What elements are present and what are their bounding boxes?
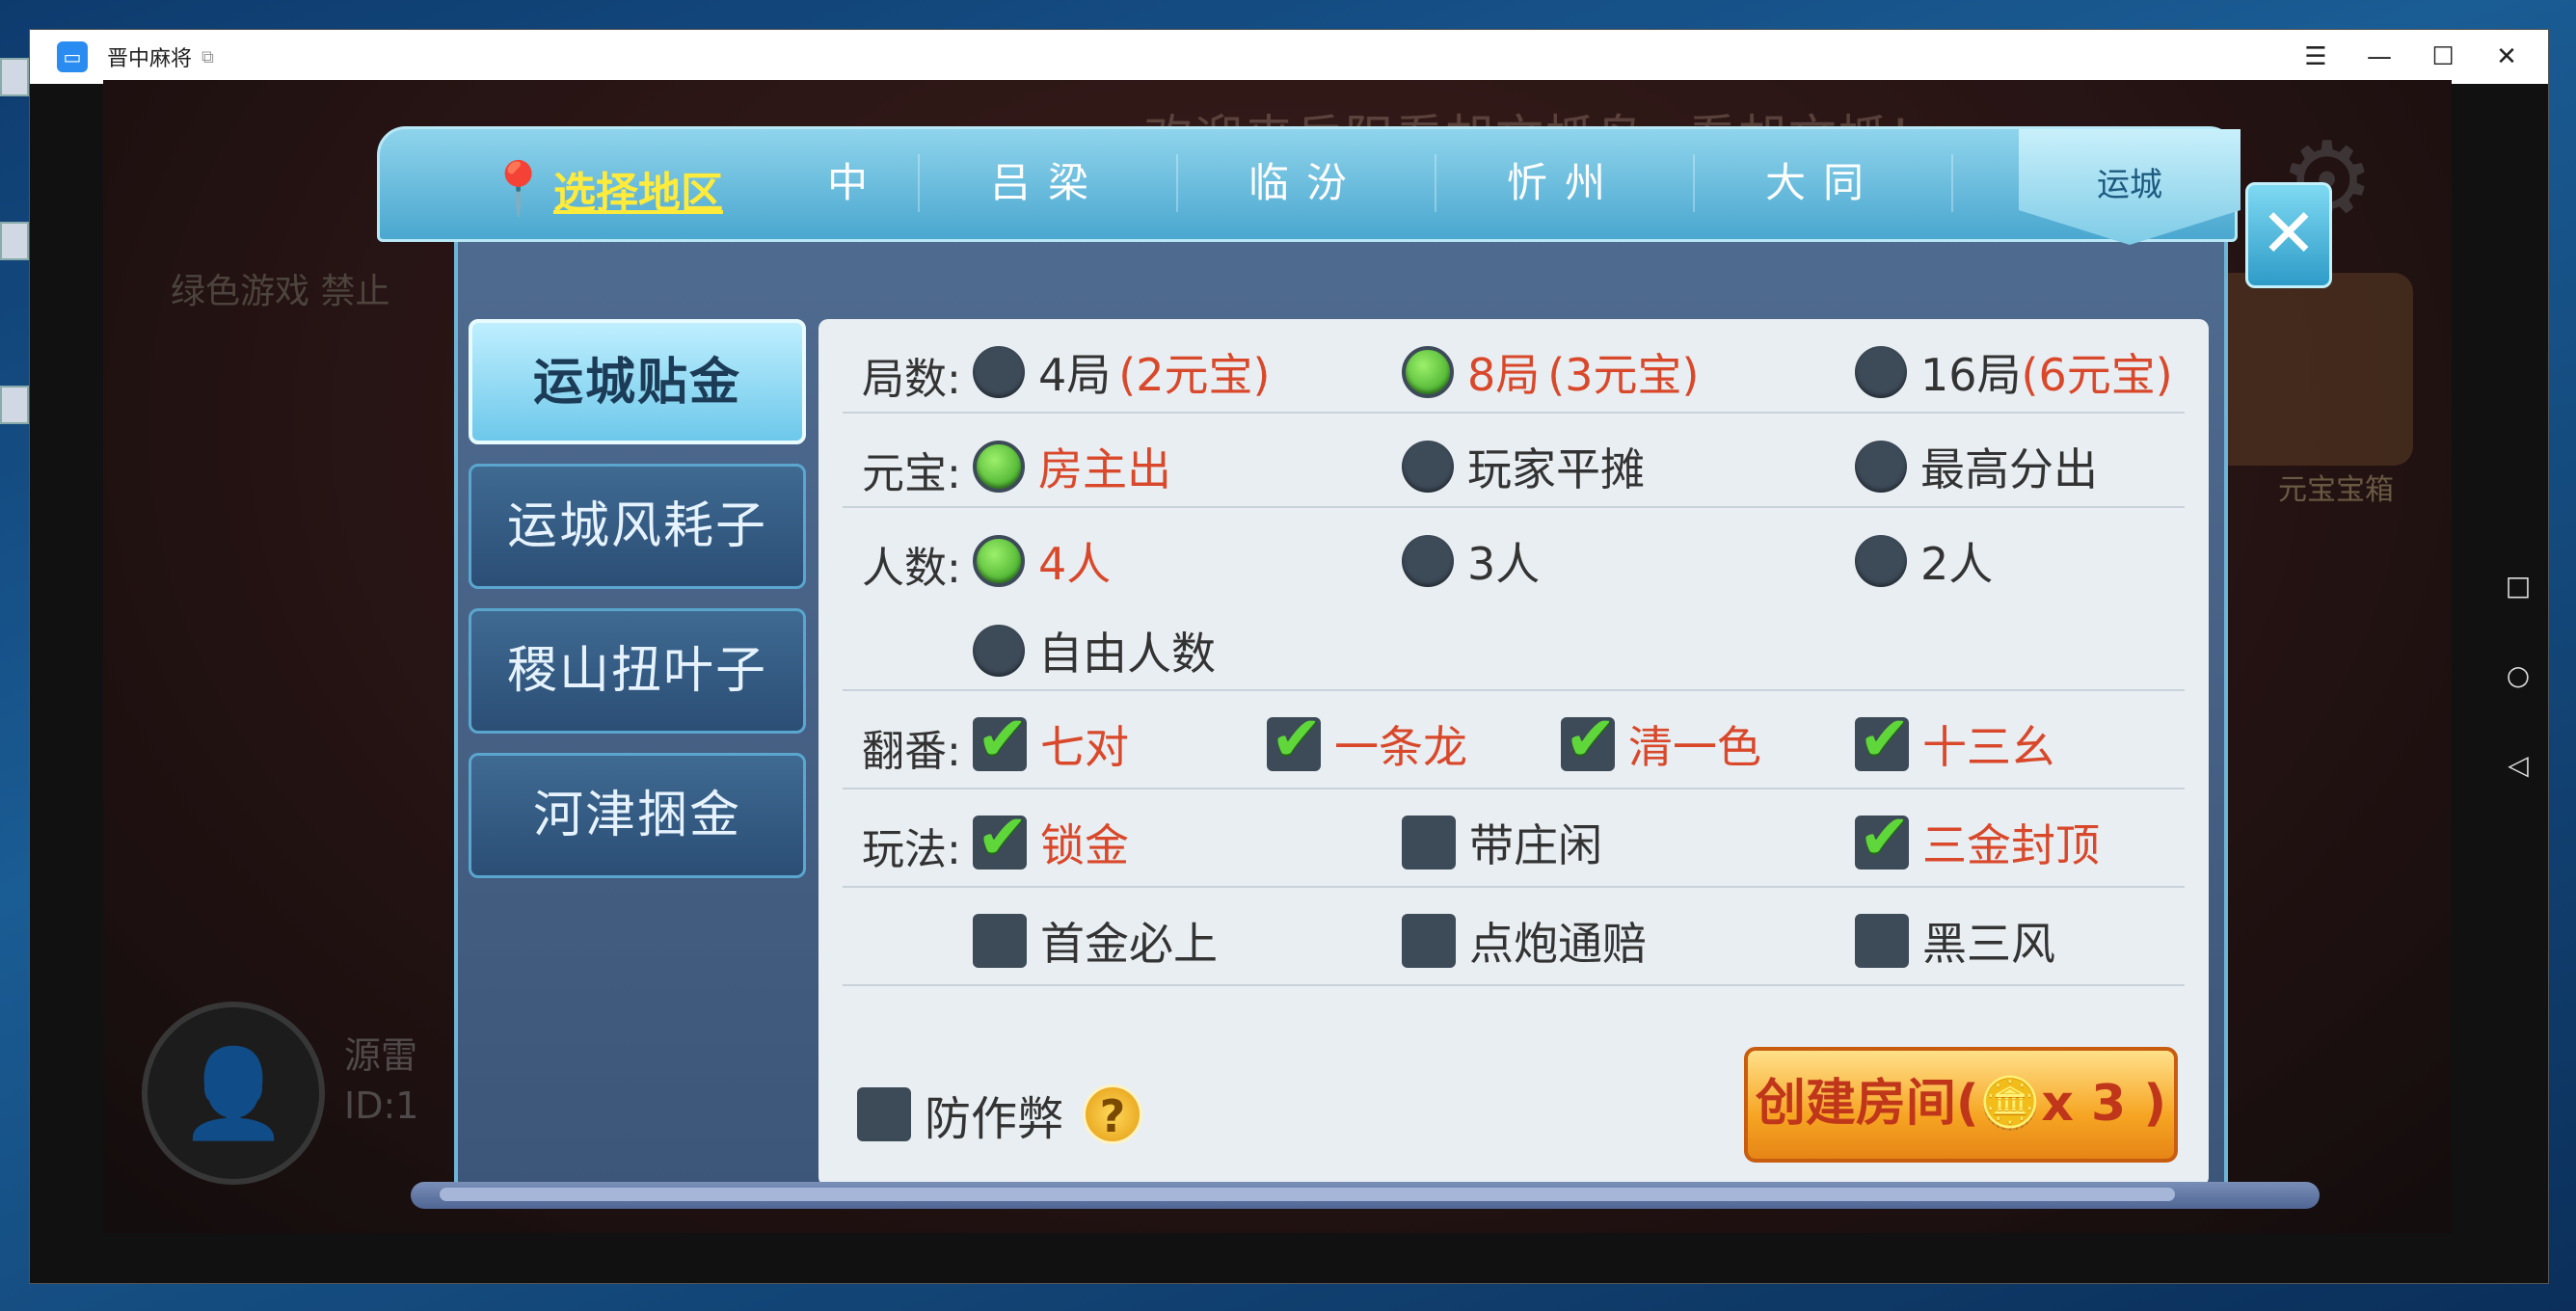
game-mode-list: 运城贴金 运城风耗子 稷山扭叶子 河津捆金: [469, 319, 806, 897]
back-icon[interactable]: ◁: [2508, 749, 2529, 781]
rounds-option-16[interactable]: 16局 (6元宝): [1855, 340, 2173, 404]
rounds-label: 局数:: [862, 355, 961, 404]
region-tab-datong[interactable]: 大同: [1695, 154, 1953, 212]
mode-jishan-niuyezi[interactable]: 稷山扭叶子: [469, 608, 806, 734]
checkbox-checked-icon[interactable]: [973, 802, 1029, 873]
payment-option-split[interactable]: 玩家平摊: [1402, 435, 1645, 498]
payment-option-host[interactable]: 房主出: [973, 435, 1171, 498]
fan-option-yitiaolong[interactable]: 一条龙: [1267, 704, 1467, 776]
rules-option-dianpaotongpei[interactable]: 点炮通赔: [1402, 909, 1647, 973]
menu-button[interactable]: ☰: [2284, 30, 2348, 84]
rounds-option-8[interactable]: 8局 (3元宝): [1402, 340, 1699, 404]
rail-highlight: [440, 1188, 2175, 1201]
radio-icon[interactable]: [1855, 535, 1907, 587]
mode-yuncheng-fenghaozi[interactable]: 运城风耗子: [469, 464, 806, 589]
options-scroll-area[interactable]: 局数: 4局 (2元宝) 8局 (3元宝) 16局 (6元宝) 元宝: 房主出 …: [818, 319, 2209, 1028]
checkbox-checked-icon[interactable]: [973, 704, 1029, 775]
minimize-button[interactable]: —: [2348, 30, 2411, 84]
rounds-option-4[interactable]: 4局 (2元宝): [973, 340, 1270, 404]
desktop-shortcut-icon[interactable]: [0, 386, 29, 424]
mode-hejin-kunjin[interactable]: 河津捆金: [469, 753, 806, 878]
app-window: ▭ 晋中麻将 ⧉ ☰ — ☐ ✕ 欢迎来岳阳看胡文抓鸟~看胡文抓！ 绿色游戏 禁…: [29, 29, 2549, 1284]
select-region-link[interactable]: 选择地区: [553, 158, 723, 220]
radio-icon[interactable]: [1855, 346, 1907, 398]
region-tab-jinzhong[interactable]: 中: [794, 154, 920, 212]
close-dialog-button[interactable]: ✕: [2245, 182, 2332, 288]
dialog-bottom-rail: [411, 1182, 2320, 1209]
fan-option-qidui[interactable]: 七对: [973, 704, 1129, 776]
window-title: 晋中麻将: [107, 47, 193, 71]
checkbox-icon[interactable]: [1402, 816, 1456, 870]
rules-option-suojin[interactable]: 锁金: [973, 802, 1129, 874]
region-bar: 📍 选择地区 中 吕梁 临汾 忻州 大同 运城: [377, 126, 2241, 245]
create-room-button[interactable]: 创建房间(🪙x 3 ): [1744, 1047, 2178, 1163]
home-icon[interactable]: ○: [2507, 659, 2530, 691]
rules-option-shoujinbishang[interactable]: 首金必上: [973, 909, 1218, 973]
mode-yuncheng-tiejin[interactable]: 运城贴金: [469, 319, 806, 444]
radio-selected-icon[interactable]: [1402, 346, 1454, 398]
fan-option-shisanyao[interactable]: 十三幺: [1855, 704, 2055, 776]
checkbox-checked-icon[interactable]: [1561, 704, 1617, 775]
help-icon[interactable]: ?: [1083, 1084, 1143, 1144]
payment-label: 元宝:: [862, 449, 961, 498]
rules-option-heisanfeng[interactable]: 黑三风: [1855, 909, 2055, 973]
radio-icon[interactable]: [1855, 441, 1907, 493]
desktop-shortcut-icon[interactable]: [0, 222, 29, 260]
checkbox-checked-icon[interactable]: [1267, 704, 1323, 775]
location-pin-icon[interactable]: 📍: [486, 158, 550, 220]
app-logo-icon: ▭: [57, 41, 88, 72]
game-canvas: 欢迎来岳阳看胡文抓鸟~看胡文抓！ 绿色游戏 禁止 ⚙ 元宝宝箱 👤 源雷 ID:…: [103, 80, 2452, 1233]
region-tab-lvliang[interactable]: 吕梁: [920, 154, 1178, 212]
options-panel: 局数: 4局 (2元宝) 8局 (3元宝) 16局 (6元宝) 元宝: 房主出 …: [818, 319, 2209, 1187]
players-option-3[interactable]: 3人: [1402, 529, 1540, 593]
create-room-dialog: 📍 选择地区 中 吕梁 临汾 忻州 大同 运城 ✕ 运城贴金 运城风耗子 稷山扭…: [348, 126, 2332, 1230]
players-label: 人数:: [862, 544, 961, 593]
players-row: 人数: 4人 3人 2人 自由人数: [843, 508, 2185, 691]
fan-row: 翻番: 七对 一条龙 清一色: [843, 691, 2185, 789]
region-tab-linfen[interactable]: 临汾: [1178, 154, 1436, 212]
checkbox-icon[interactable]: [973, 914, 1027, 968]
maximize-button[interactable]: ☐: [2411, 30, 2475, 84]
checkbox-checked-icon[interactable]: [1855, 802, 1911, 873]
rules-option-sanjinfengding[interactable]: 三金封顶: [1855, 802, 2100, 874]
radio-icon[interactable]: [973, 346, 1025, 398]
dialog-footer: 防作弊 ? 创建房间(🪙x 3 ): [818, 1028, 2209, 1187]
rules-option-daizhuangxian[interactable]: 带庄闲: [1402, 811, 1602, 874]
payment-row: 元宝: 房主出 玩家平摊 最高分出: [843, 414, 2185, 508]
fan-label: 翻番:: [862, 727, 961, 776]
rounds-row: 局数: 4局 (2元宝) 8局 (3元宝) 16局 (6元宝): [843, 319, 2185, 414]
checkbox-icon[interactable]: [1855, 914, 1909, 968]
rules-row: 玩法: 锁金 带庄闲 三金封顶: [843, 789, 2185, 888]
region-tab-yuncheng-active[interactable]: 运城: [2019, 129, 2241, 245]
payment-option-highest[interactable]: 最高分出: [1855, 435, 2098, 498]
radio-selected-icon[interactable]: [973, 535, 1025, 587]
fan-option-qingyise[interactable]: 清一色: [1561, 704, 1761, 776]
checkbox-icon[interactable]: [1402, 914, 1456, 968]
android-nav-bar: □ ○ ◁: [2488, 570, 2548, 859]
checkbox-icon[interactable]: [857, 1087, 911, 1141]
recent-apps-icon[interactable]: □: [2506, 570, 2531, 602]
rules-row-2: 首金必上 点炮通赔 黑三风: [843, 888, 2185, 986]
rules-label: 玩法:: [862, 825, 961, 874]
desktop-icons: [0, 58, 29, 549]
anti-cheat-option[interactable]: 防作弊 ?: [857, 1081, 1143, 1148]
desktop-shortcut-icon[interactable]: [0, 58, 29, 96]
external-link-icon[interactable]: ⧉: [201, 47, 214, 67]
players-option-free[interactable]: 自由人数: [973, 619, 1216, 682]
radio-icon[interactable]: [1402, 535, 1454, 587]
checkbox-checked-icon[interactable]: [1855, 704, 1911, 775]
window-controls: ☰ — ☐ ✕: [2284, 30, 2538, 84]
radio-icon[interactable]: [973, 625, 1025, 677]
players-option-2[interactable]: 2人: [1855, 529, 1993, 593]
region-tabs: 中 吕梁 临汾 忻州 大同: [794, 154, 1953, 212]
radio-icon[interactable]: [1402, 441, 1454, 493]
region-tab-xinzhou[interactable]: 忻州: [1436, 154, 1695, 212]
close-window-button[interactable]: ✕: [2475, 30, 2538, 84]
radio-selected-icon[interactable]: [973, 441, 1025, 493]
title-bar: ▭ 晋中麻将 ⧉ ☰ — ☐ ✕: [30, 30, 2548, 84]
gold-ingot-icon: 🪙: [1978, 1075, 2042, 1133]
players-option-4[interactable]: 4人: [973, 529, 1111, 593]
